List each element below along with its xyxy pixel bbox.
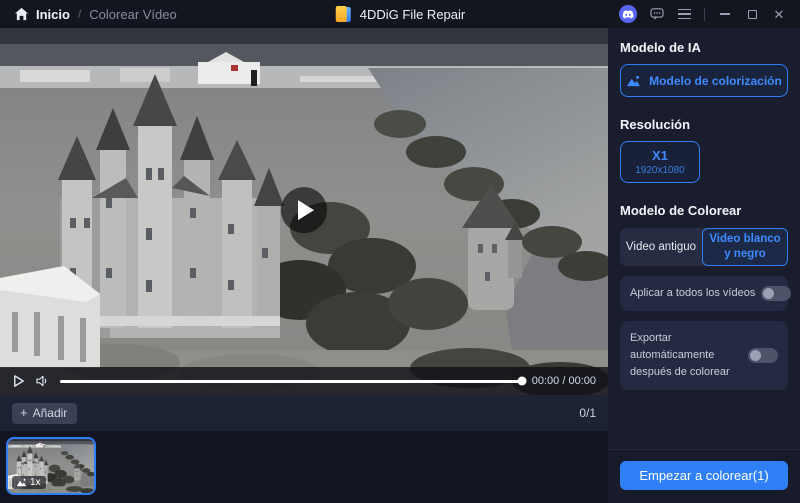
app-window: Inicio / Colorear Vídeo 4DDiG File Repai… — [0, 0, 800, 503]
resolution-scale: X1 — [652, 148, 668, 164]
video-counter: 0/1 — [579, 406, 596, 420]
scale-badge: 1x — [12, 476, 46, 489]
auto-export-toggle[interactable] — [748, 348, 778, 363]
titlebar-divider — [704, 8, 705, 21]
play-icon — [298, 200, 314, 220]
image-ai-icon — [16, 478, 27, 487]
color-model-heading: Modelo de Colorear — [620, 203, 788, 218]
breadcrumb: Inicio / Colorear Vídeo — [0, 7, 177, 22]
maximize-button[interactable] — [745, 7, 759, 21]
settings-sidebar: Modelo de IA Modelo de colorización Reso… — [608, 28, 800, 503]
file-actions-row: + Añadir 0/1 — [0, 395, 608, 431]
color-model-segmented-control: Video antiguo Video blanco y negro — [620, 228, 788, 266]
start-colorize-button[interactable]: Empezar a colorear(1) — [620, 461, 788, 490]
title-bar: Inicio / Colorear Vídeo 4DDiG File Repai… — [0, 0, 800, 28]
apply-all-toggle[interactable] — [761, 286, 791, 301]
close-button[interactable]: ✕ — [772, 7, 786, 21]
auto-export-label: Exportar automáticamente después de colo… — [630, 330, 736, 381]
colorization-model-button[interactable]: Modelo de colorización — [620, 64, 788, 97]
ai-model-heading: Modelo de IA — [620, 40, 788, 55]
home-label: Inicio — [36, 7, 70, 22]
thumbnail-strip: 1x — [0, 431, 608, 503]
discord-icon[interactable] — [619, 5, 637, 23]
time-display: 00:00 / 00:00 — [532, 375, 596, 387]
app-name: 4DDiG File Repair — [360, 7, 465, 22]
breadcrumb-separator: / — [78, 7, 81, 21]
video-thumbnail[interactable]: 1x — [6, 437, 96, 495]
option-black-white-video[interactable]: Video blanco y negro — [702, 228, 788, 266]
main-content: 00:00 / 00:00 + Añadir 0/1 1x — [0, 28, 800, 503]
resolution-dimensions: 1920x1080 — [635, 165, 685, 176]
page-title: Colorear Vídeo — [89, 7, 176, 22]
sidebar-footer: Empezar a colorear(1) — [608, 449, 800, 503]
colorization-model-label: Modelo de colorización — [649, 74, 782, 88]
home-icon — [14, 7, 29, 21]
apply-all-card: Aplicar a todos los vídeos — [620, 276, 788, 311]
option-old-video[interactable]: Video antiguo — [620, 228, 702, 266]
toggle-knob — [750, 350, 761, 361]
feedback-chat-icon[interactable] — [650, 7, 664, 21]
player-controls: 00:00 / 00:00 — [0, 367, 608, 395]
play-button[interactable] — [12, 374, 25, 388]
menu-icon[interactable] — [677, 7, 691, 21]
add-video-label: Añadir — [33, 406, 68, 420]
toggle-knob — [763, 288, 774, 299]
auto-export-card: Exportar automáticamente después de colo… — [620, 321, 788, 390]
resolution-heading: Resolución — [620, 117, 788, 132]
resolution-button[interactable]: X1 1920x1080 — [620, 141, 700, 183]
video-panel: 00:00 / 00:00 + Añadir 0/1 1x — [0, 28, 608, 503]
progress-fill — [60, 380, 522, 383]
add-video-button[interactable]: + Añadir — [12, 403, 77, 424]
volume-icon[interactable] — [35, 374, 50, 388]
colorization-model-icon — [626, 75, 641, 87]
play-overlay-button[interactable] — [281, 187, 327, 233]
app-brand: 4DDiG File Repair — [335, 0, 465, 28]
window-controls: ✕ — [619, 5, 800, 23]
plus-icon: + — [20, 406, 28, 419]
progress-handle[interactable] — [517, 377, 526, 386]
home-button[interactable]: Inicio — [14, 7, 70, 22]
apply-all-label: Aplicar a todos los vídeos — [630, 285, 755, 302]
scale-badge-label: 1x — [30, 477, 41, 488]
video-player[interactable]: 00:00 / 00:00 — [0, 28, 608, 395]
progress-bar[interactable] — [60, 376, 522, 386]
minimize-button[interactable] — [718, 7, 732, 21]
app-logo-icon — [335, 6, 352, 23]
